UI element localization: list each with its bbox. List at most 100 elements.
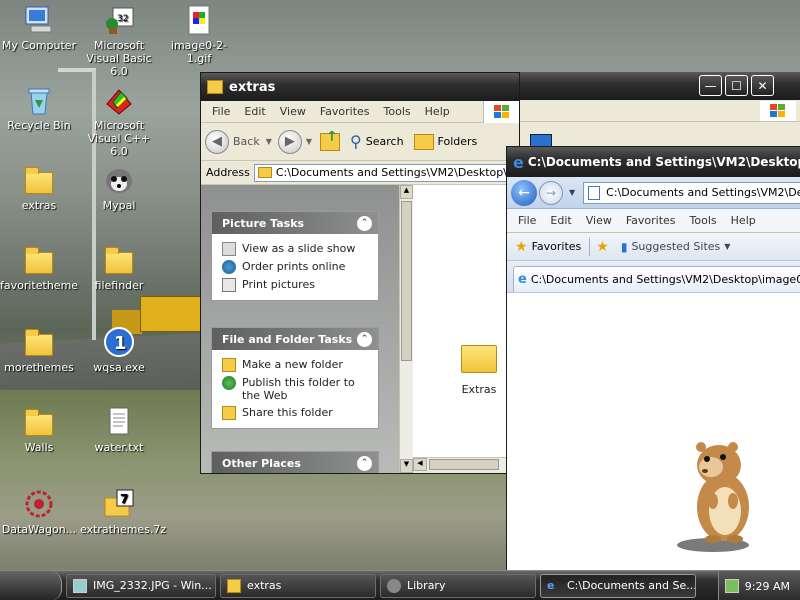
desktop-icon-morethemes[interactable]: morethemes: [0, 326, 78, 374]
svg-text:32: 32: [117, 14, 128, 24]
ie-title: C:\Documents and Settings\VM2\Desktop\..…: [527, 155, 800, 169]
dropdown-arrow-icon[interactable]: ▼: [724, 242, 730, 251]
desktop-icon-label: Mypal: [102, 199, 136, 212]
desktop-icon-filefinder[interactable]: filefinder: [80, 244, 158, 292]
network-icon[interactable]: [725, 579, 739, 593]
share-folder-link[interactable]: Share this folder: [212, 404, 378, 422]
explorer-window-controls: — ☐ ✕: [696, 75, 774, 96]
taskbar-item-ie[interactable]: e C:\Documents and Se...: [540, 573, 696, 598]
content-folder-extras[interactable]: Extras: [449, 345, 509, 396]
menu-favorites[interactable]: Favorites: [313, 105, 377, 118]
desktop-icon-gif[interactable]: image0-2-1.gif: [160, 4, 238, 65]
other-places-panel: Other Places ⌃: [211, 451, 379, 473]
dropdown-arrow-icon[interactable]: ▼: [569, 188, 575, 197]
ie-tab[interactable]: e C:\Documents and Settings\VM2\Desktop\…: [513, 266, 800, 292]
favorites-button[interactable]: Favorites: [532, 240, 582, 253]
windows-logo-icon: [760, 101, 796, 121]
address-value: C:\Documents and Settings\VM2\Desktop\ex…: [275, 166, 519, 179]
desktop-icon-my-computer[interactable]: My Computer: [0, 4, 78, 52]
collapse-chevron-icon[interactable]: ⌃: [357, 215, 372, 231]
clock[interactable]: 9:29 AM: [745, 580, 790, 593]
horizontal-scrollbar[interactable]: ◀: [413, 457, 519, 471]
taskbar-item-img2332[interactable]: IMG_2332.JPG - Win...: [66, 573, 216, 598]
forward-arrow-icon[interactable]: →: [539, 180, 563, 205]
scrollbar-thumb[interactable]: [401, 201, 412, 361]
taskbar-item-library[interactable]: Library: [380, 573, 536, 598]
desktop-icon-datawagon[interactable]: DataWagon...: [0, 488, 78, 536]
hscrollbar-thumb[interactable]: [429, 459, 499, 470]
back-arrow-icon[interactable]: ←: [511, 179, 537, 206]
task-label: View as a slide show: [242, 242, 356, 255]
taskbar-item-label: C:\Documents and Se...: [567, 579, 696, 592]
dropdown-arrow-icon[interactable]: ▼: [306, 137, 312, 146]
menu-file[interactable]: File: [205, 105, 237, 118]
star-icon[interactable]: ★: [515, 239, 528, 255]
start-button[interactable]: [0, 570, 62, 600]
slide-show-link[interactable]: View as a slide show: [212, 240, 378, 258]
desktop-icon-mypal[interactable]: Mypal: [80, 164, 158, 212]
menu-tools[interactable]: Tools: [683, 214, 724, 227]
desktop-icon-visual-basic[interactable]: 32 Microsoft Visual Basic 6.0: [80, 4, 158, 78]
other-places-header[interactable]: Other Places ⌃: [212, 452, 378, 473]
back-arrow-icon[interactable]: ◀: [205, 129, 229, 154]
order-prints-link[interactable]: Order prints online: [212, 258, 378, 276]
up-folder-icon[interactable]: ↑: [320, 129, 341, 151]
add-favorite-icon[interactable]: ★: [596, 239, 609, 255]
menu-view[interactable]: View: [273, 105, 313, 118]
desktop-icon-visual-cpp[interactable]: Microsoft Visual C++ 6.0: [80, 84, 158, 158]
desktop-icon-extras[interactable]: extras: [0, 164, 78, 212]
svg-text:1: 1: [114, 333, 127, 354]
menu-favorites[interactable]: Favorites: [619, 214, 683, 227]
menu-view[interactable]: View: [579, 214, 619, 227]
menu-tools[interactable]: Tools: [377, 105, 418, 118]
folder-icon: [257, 167, 272, 178]
scroll-left-icon[interactable]: ◀: [413, 458, 427, 471]
task-pane-scrollbar[interactable]: ▲ ▼: [399, 185, 413, 473]
taskbar-item-extras[interactable]: extras: [220, 573, 376, 598]
collapse-chevron-icon[interactable]: ⌃: [357, 455, 372, 471]
mypal-browser-icon: [103, 164, 135, 196]
explorer-titlebar[interactable]: extras: [201, 73, 519, 101]
dropdown-arrow-icon[interactable]: ▼: [266, 137, 272, 146]
collapse-chevron-icon[interactable]: ⌃: [357, 331, 372, 347]
scroll-up-icon[interactable]: ▲: [400, 185, 413, 199]
file-tasks-header[interactable]: File and Folder Tasks ⌃: [212, 328, 378, 350]
menu-edit[interactable]: Edit: [543, 214, 578, 227]
desktop-icon-water-txt[interactable]: water.txt: [80, 406, 158, 454]
back-button[interactable]: Back: [233, 135, 260, 148]
menu-help[interactable]: Help: [724, 214, 763, 227]
ie-address-input[interactable]: C:\Documents and Settings\VM2\Desktop\im…: [583, 181, 800, 204]
menu-edit[interactable]: Edit: [237, 105, 272, 118]
search-icon[interactable]: ⚲: [350, 132, 362, 151]
desktop-icon-extrathemes[interactable]: 7 extrathemes.7z: [80, 488, 166, 536]
menu-help[interactable]: Help: [418, 105, 457, 118]
desktop-icon-label: Walls: [24, 441, 54, 454]
close-button[interactable]: ✕: [751, 75, 774, 96]
make-folder-link[interactable]: Make a new folder: [212, 356, 378, 374]
image-viewer-icon: [73, 578, 87, 593]
desktop-icon-wqsa[interactable]: 1 wqsa.exe: [80, 326, 158, 374]
ie-titlebar[interactable]: e C:\Documents and Settings\VM2\Desktop\…: [507, 147, 800, 177]
forward-arrow-icon[interactable]: ▶: [277, 129, 302, 154]
suggested-sites-button[interactable]: Suggested Sites: [631, 240, 720, 253]
folder-icon: [23, 164, 55, 196]
slideshow-icon: [222, 242, 236, 256]
picture-tasks-header[interactable]: Picture Tasks ⌃: [212, 212, 378, 234]
print-pictures-link[interactable]: Print pictures: [212, 276, 378, 294]
ie-icon: e: [513, 152, 524, 172]
address-input[interactable]: C:\Documents and Settings\VM2\Desktop\ex…: [253, 163, 519, 182]
minimize-button[interactable]: —: [699, 75, 722, 96]
maximize-button[interactable]: ☐: [725, 75, 748, 96]
menu-file[interactable]: File: [511, 214, 543, 227]
desktop-icon-recycle-bin[interactable]: Recycle Bin: [0, 84, 78, 132]
recycle-bin-icon: [23, 84, 55, 116]
search-button[interactable]: Search: [366, 135, 404, 148]
folders-icon[interactable]: [413, 133, 434, 150]
publish-web-link[interactable]: Publish this folder to the Web: [212, 374, 378, 404]
desktop-icon-walls[interactable]: Walls: [0, 406, 78, 454]
scroll-down-icon[interactable]: ▼: [400, 459, 413, 473]
ie-navbar: ← → ▼ C:\Documents and Settings\VM2\Desk…: [507, 177, 800, 209]
folders-button[interactable]: Folders: [438, 135, 478, 148]
desktop-icon-label: filefinder: [94, 279, 144, 292]
desktop-icon-favoritetheme[interactable]: favoritetheme: [0, 244, 78, 292]
